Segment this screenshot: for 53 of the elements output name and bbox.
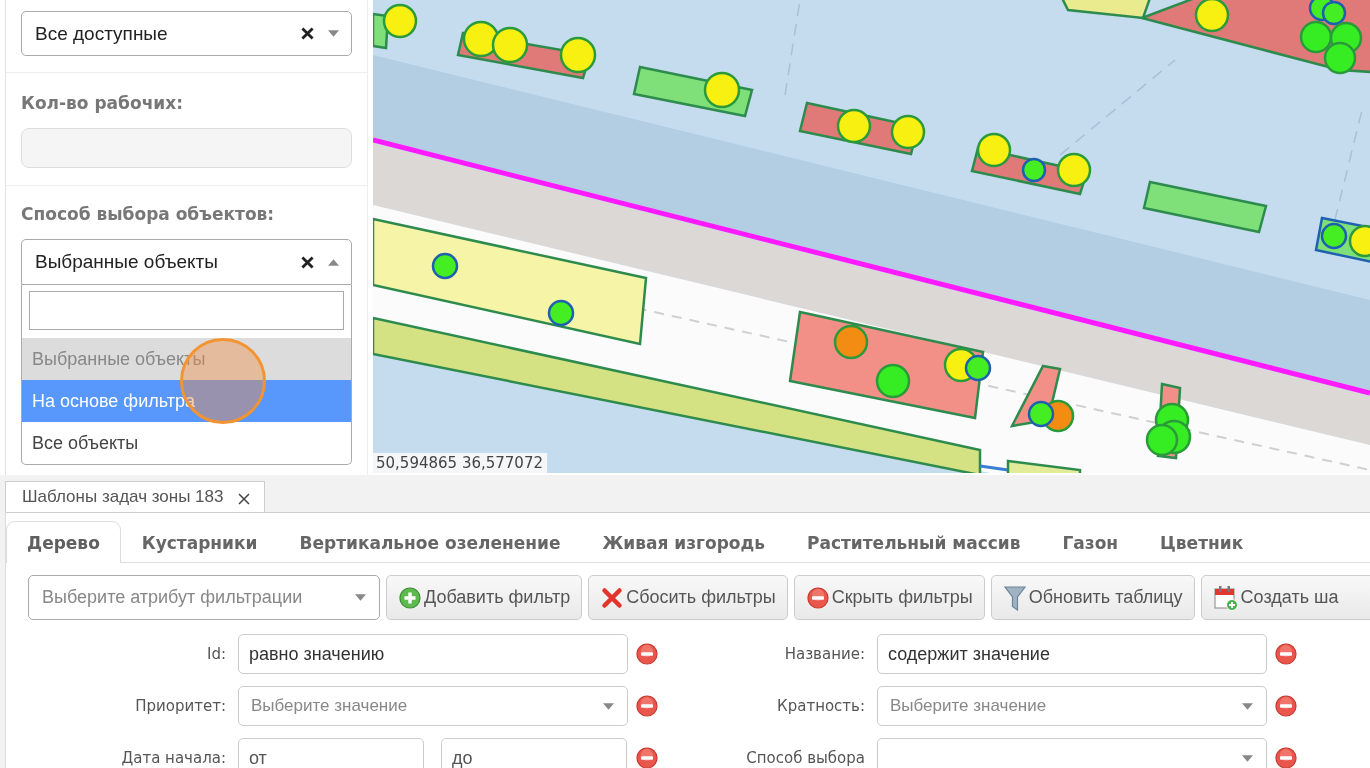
caret-down-icon[interactable] bbox=[355, 594, 366, 601]
cross-icon bbox=[601, 586, 624, 609]
document-tab[interactable]: Шаблоны задач зоны 183 bbox=[5, 481, 265, 512]
clear-icon[interactable] bbox=[301, 27, 314, 40]
category-tab[interactable]: Вертикальное озеленение bbox=[278, 521, 582, 563]
calendar-icon bbox=[1213, 584, 1238, 611]
map-drawing[interactable] bbox=[373, 0, 1370, 473]
category-tab[interactable]: Кустарники bbox=[120, 521, 279, 563]
caret-down-icon[interactable] bbox=[1242, 702, 1253, 710]
filter-label: Приоритет: bbox=[134, 696, 227, 717]
coordinates-label: 50,594865 36,577072 bbox=[373, 453, 547, 473]
dropdown-option[interactable]: Все объекты bbox=[22, 422, 351, 464]
funnel-icon bbox=[1003, 584, 1026, 611]
minus-circle-icon[interactable] bbox=[806, 586, 829, 609]
toolbar-button[interactable]: Скрыть фильтры bbox=[793, 575, 985, 620]
workers-count-field[interactable] bbox=[21, 128, 352, 168]
attribute-select[interactable]: Выберите атрибут фильтрации bbox=[28, 575, 380, 620]
toolbar-button[interactable]: Создать ша bbox=[1200, 575, 1370, 620]
caret-down-icon[interactable] bbox=[603, 702, 614, 710]
minus-circle-icon[interactable] bbox=[636, 695, 658, 717]
toolbar-button[interactable]: Добавить фильтр bbox=[386, 575, 583, 620]
filter-label: Дата начала: bbox=[120, 748, 227, 768]
filter-label: Способ выбора bbox=[745, 748, 866, 768]
toolbar-button[interactable]: Обновить таблицу bbox=[990, 575, 1195, 620]
range-from-field[interactable]: от bbox=[238, 738, 424, 768]
category-tab[interactable]: Цветник bbox=[1139, 521, 1265, 563]
minus-circle-icon[interactable] bbox=[1275, 695, 1297, 717]
filter-value-field[interactable]: содержит значение bbox=[877, 634, 1267, 674]
close-icon[interactable] bbox=[237, 493, 250, 505]
filter-value-field[interactable]: равно значению bbox=[238, 634, 628, 674]
category-tab[interactable]: Газон bbox=[1041, 521, 1140, 563]
clear-icon[interactable] bbox=[301, 255, 314, 269]
caret-down-icon[interactable] bbox=[328, 30, 339, 37]
field-label: Способ выбора объектов: bbox=[21, 203, 276, 225]
minus-circle-icon[interactable] bbox=[1275, 643, 1297, 665]
minus-circle-icon[interactable] bbox=[636, 643, 658, 665]
caret-up-icon[interactable] bbox=[328, 258, 339, 266]
dropdown-search-field[interactable] bbox=[29, 291, 344, 330]
category-tab[interactable]: Растительный массив bbox=[786, 521, 1042, 563]
field-label: Кол-во рабочих: bbox=[21, 92, 184, 114]
filter-label: Кратность: bbox=[776, 696, 866, 717]
filter-label: Id: bbox=[206, 644, 227, 665]
category-tab[interactable]: Дерево bbox=[6, 521, 121, 563]
toolbar-button[interactable]: Сбосить фильтры bbox=[588, 575, 788, 620]
caret-down-icon[interactable] bbox=[1242, 754, 1253, 762]
scope-select[interactable]: Все доступные bbox=[21, 11, 352, 56]
plus-circle-icon bbox=[399, 586, 421, 609]
category-tab[interactable]: Живая изгородь bbox=[581, 521, 786, 563]
filter-select[interactable]: Выберите значение bbox=[238, 686, 628, 726]
filter-label: Название: bbox=[783, 644, 866, 665]
selection-method-select[interactable]: Выбранные объекты bbox=[21, 239, 352, 285]
filter-select[interactable]: Выберите значение bbox=[877, 686, 1267, 726]
range-to-field[interactable]: до bbox=[441, 738, 627, 768]
